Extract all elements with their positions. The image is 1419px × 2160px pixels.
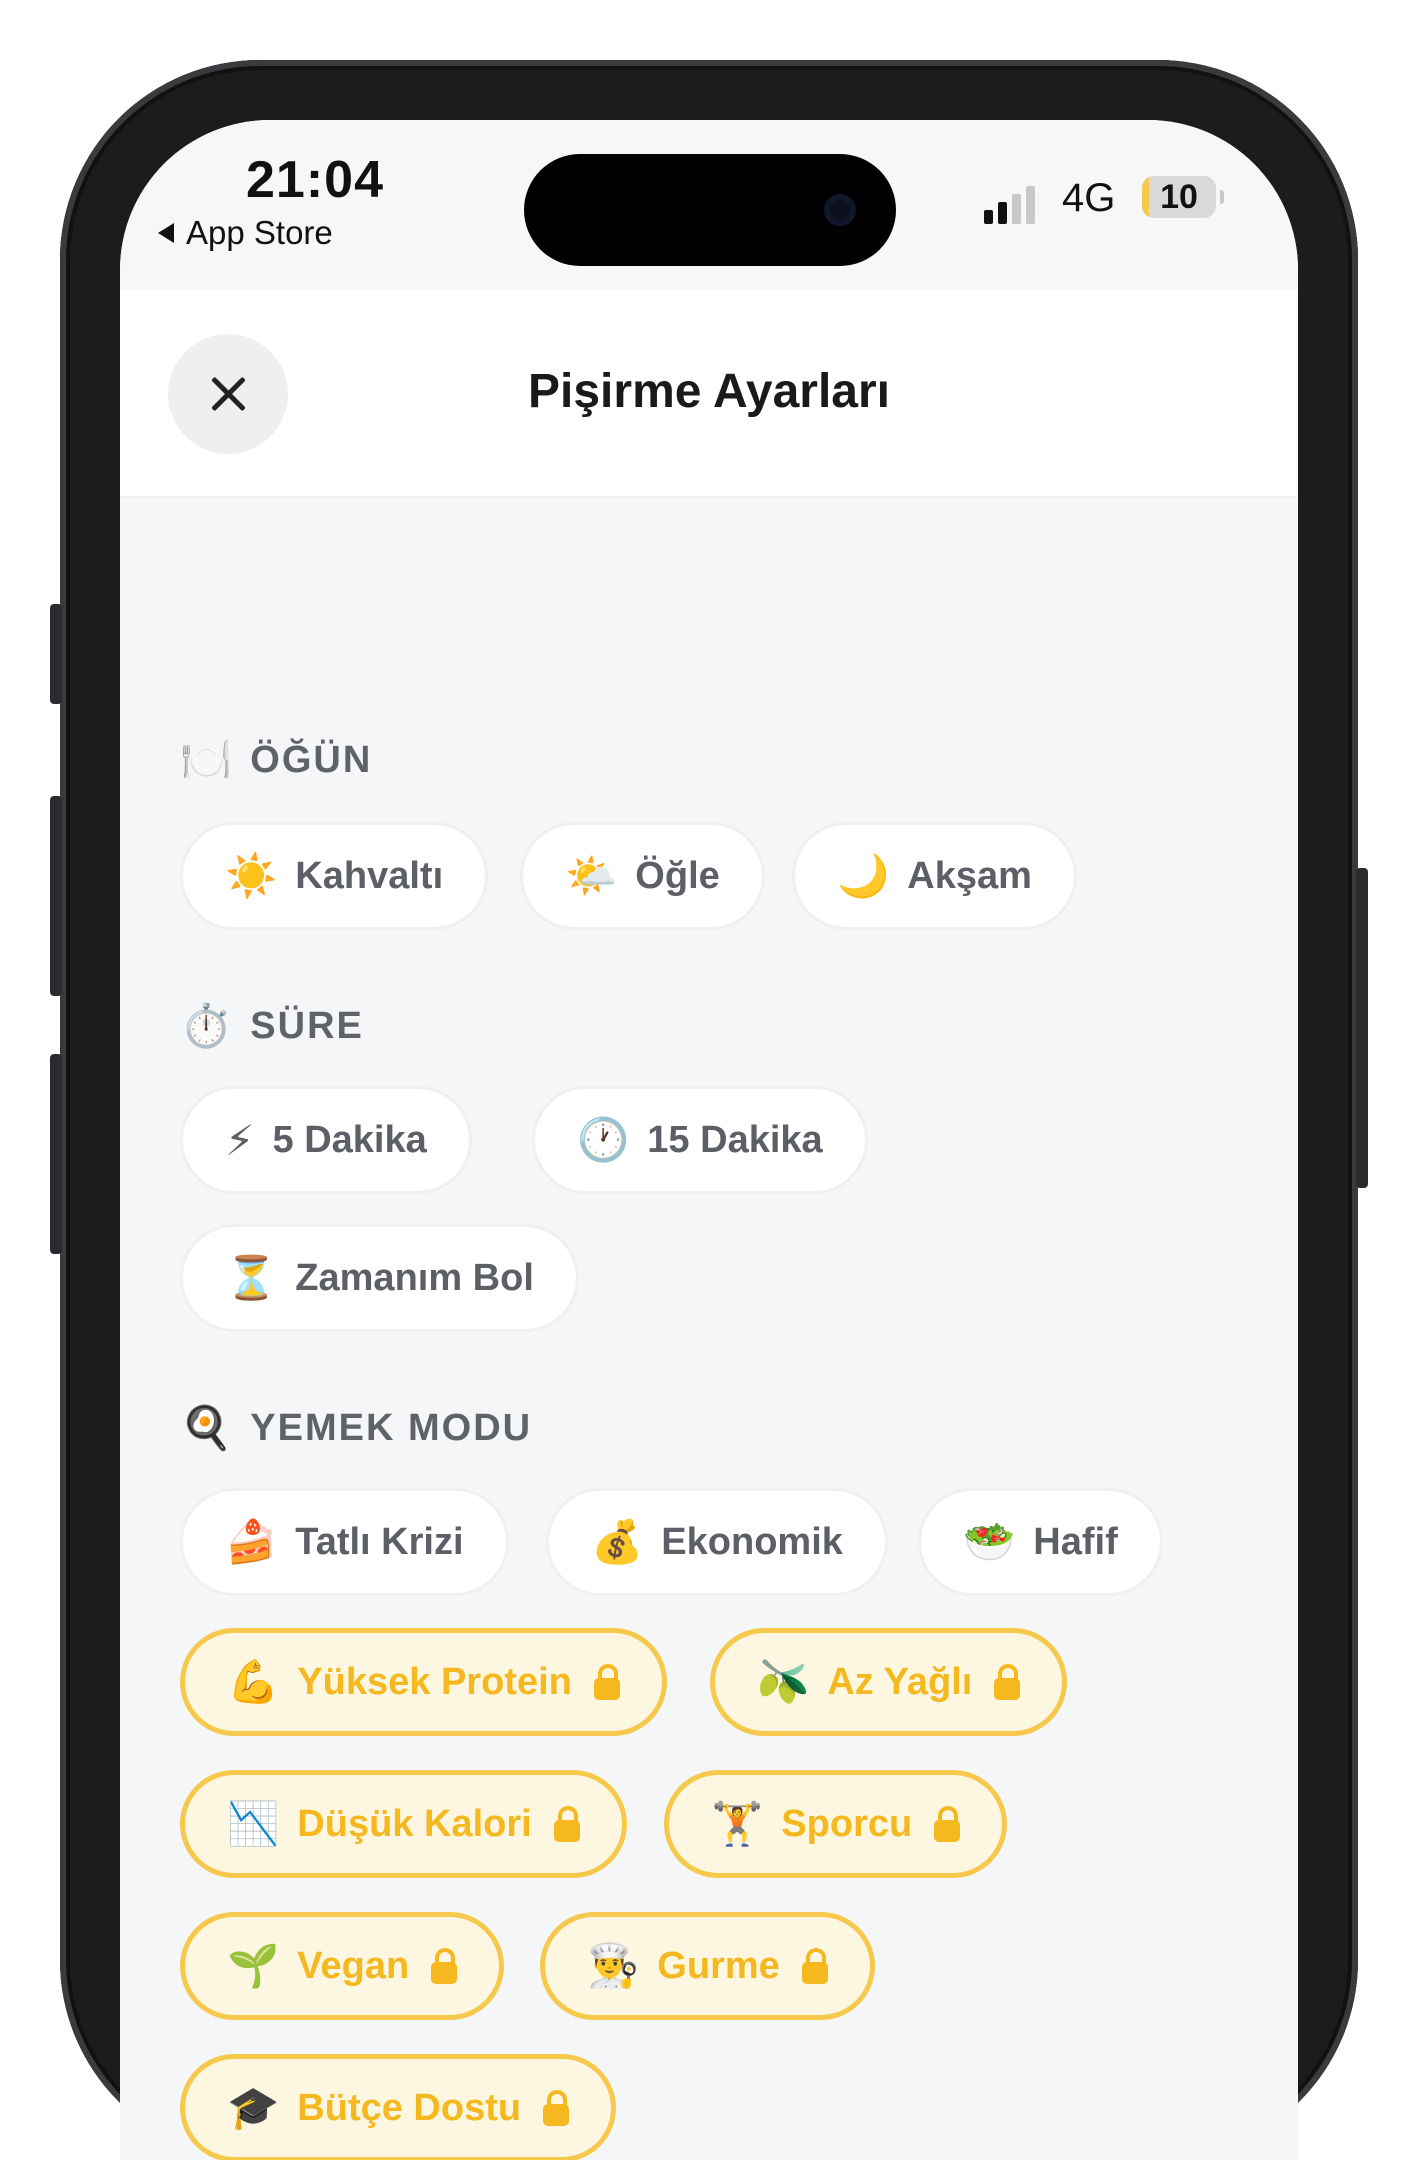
- chip-aksam[interactable]: 🌙 Akşam: [792, 822, 1077, 930]
- status-bar: 21:04 App Store 4G 10: [120, 120, 1298, 290]
- chip-15-dakika[interactable]: 🕐 15 Dakika: [532, 1086, 868, 1194]
- chef-icon: 👨‍🍳: [587, 1941, 640, 1989]
- network-type: 4G: [1062, 176, 1116, 220]
- chip-label: Akşam: [907, 854, 1032, 897]
- chip-ogle[interactable]: 🌤️ Öğle: [520, 822, 765, 930]
- lightning-icon: ⚡: [225, 1116, 255, 1164]
- chip-gurme[interactable]: 👨‍🍳 Gurme: [540, 1912, 875, 2020]
- chip-label: 5 Dakika: [272, 1118, 427, 1161]
- section-label: ÖĞÜN: [250, 739, 373, 781]
- chip-tatli-krizi[interactable]: 🍰 Tatlı Krizi: [180, 1488, 509, 1596]
- chip-dusuk-kalori[interactable]: 📉 Düşük Kalori: [180, 1770, 627, 1878]
- screen: 21:04 App Store 4G 10 Pişirme Ayarları 🍽…: [120, 120, 1298, 2160]
- lock-icon: [431, 1948, 458, 1984]
- volume-down-button: [50, 1054, 62, 1254]
- chip-ekonomik[interactable]: 💰 Ekonomik: [546, 1488, 888, 1596]
- moon-icon: 🌙: [837, 851, 890, 899]
- money-bag-icon: 💰: [591, 1517, 644, 1565]
- dynamic-island: [524, 154, 896, 266]
- seedling-icon: 🌱: [227, 1941, 280, 1989]
- header: Pişirme Ayarları: [120, 290, 1298, 498]
- status-time: 21:04: [246, 151, 384, 209]
- battery-icon: 10: [1142, 176, 1216, 218]
- frying-pan-icon: 🍳: [180, 1404, 233, 1451]
- chip-label: Vegan: [297, 1944, 410, 1987]
- chip-label: Az Yağlı: [827, 1660, 973, 1703]
- chip-yuksek-protein[interactable]: 💪 Yüksek Protein: [180, 1628, 667, 1736]
- volume-up-button: [50, 796, 62, 996]
- cake-icon: 🍰: [225, 1517, 278, 1565]
- weightlifter-icon: 🏋️: [711, 1799, 764, 1847]
- signal-icon: [984, 186, 1035, 224]
- chip-hafif[interactable]: 🥗 Hafif: [918, 1488, 1163, 1596]
- chip-vegan[interactable]: 🌱 Vegan: [180, 1912, 505, 2020]
- chip-label: Yüksek Protein: [297, 1660, 572, 1703]
- lock-icon: [593, 1664, 620, 1700]
- sun-icon: ☀️: [225, 851, 278, 899]
- lock-icon: [994, 1664, 1021, 1700]
- sun-cloud-icon: 🌤️: [565, 851, 618, 899]
- back-arrow-icon: [158, 223, 174, 243]
- camera-icon: [824, 194, 856, 226]
- power-button: [1356, 868, 1368, 1188]
- chart-decreasing-icon: 📉: [227, 1799, 280, 1847]
- chip-zamanim-bol[interactable]: ⏳ Zamanım Bol: [180, 1224, 579, 1332]
- salad-icon: 🥗: [963, 1517, 1016, 1565]
- back-app-label: App Store: [186, 214, 333, 251]
- action-button: [50, 604, 62, 704]
- chip-label: Gurme: [657, 1944, 780, 1987]
- lock-icon: [801, 1948, 828, 1984]
- plate-icon: 🍽️: [180, 736, 233, 783]
- chip-label: Bütçe Dostu: [297, 2086, 522, 2129]
- lock-icon: [543, 2090, 570, 2126]
- stopwatch-icon: ⏱️: [180, 1002, 233, 1049]
- flexed-biceps-icon: 💪: [227, 1657, 280, 1705]
- section-title-yemek-modu: 🍳 YEMEK MODU: [180, 1404, 532, 1453]
- section-label: SÜRE: [250, 1005, 364, 1047]
- chip-az-yagli[interactable]: 🫒 Az Yağlı: [710, 1628, 1068, 1736]
- section-title-ogun: 🍽️ ÖĞÜN: [180, 736, 372, 785]
- battery-tip: [1220, 190, 1224, 204]
- olive-icon: 🫒: [757, 1657, 810, 1705]
- chip-5-dakika[interactable]: ⚡ 5 Dakika: [180, 1086, 472, 1194]
- chip-butce-dostu[interactable]: 🎓 Bütçe Dostu: [180, 2054, 617, 2160]
- back-to-app-store[interactable]: App Store: [158, 214, 333, 252]
- graduation-cap-icon: 🎓: [227, 2083, 280, 2131]
- chip-kahvalti[interactable]: ☀️ Kahvaltı: [180, 822, 489, 930]
- page-title: Pişirme Ayarları: [528, 365, 890, 418]
- chip-label: Düşük Kalori: [297, 1802, 532, 1845]
- chip-label: Hafif: [1033, 1520, 1118, 1563]
- battery-percent: 10: [1160, 178, 1198, 216]
- hourglass-icon: ⏳: [225, 1253, 278, 1301]
- clock-icon: 🕐: [577, 1115, 630, 1163]
- lock-icon: [553, 1806, 580, 1842]
- chip-label: Sporcu: [781, 1802, 913, 1845]
- section-label: YEMEK MODU: [250, 1407, 533, 1449]
- lock-icon: [934, 1806, 961, 1842]
- chip-label: Öğle: [635, 854, 720, 897]
- section-title-sure: ⏱️ SÜRE: [180, 1002, 364, 1051]
- chip-label: Zamanım Bol: [295, 1256, 534, 1299]
- chip-label: Ekonomik: [661, 1520, 843, 1563]
- chip-label: 15 Dakika: [647, 1118, 823, 1161]
- chip-label: Tatlı Krizi: [295, 1520, 464, 1563]
- chip-label: Kahvaltı: [295, 854, 444, 897]
- chip-sporcu[interactable]: 🏋️ Sporcu: [664, 1770, 1008, 1878]
